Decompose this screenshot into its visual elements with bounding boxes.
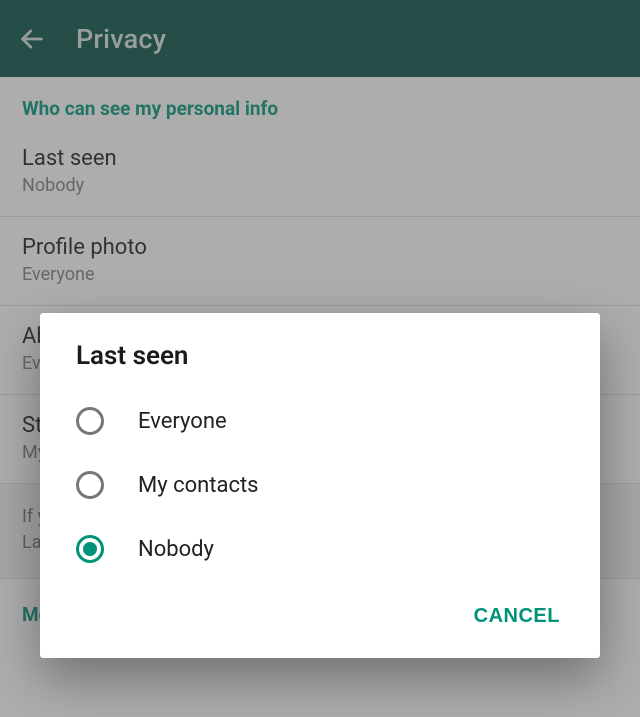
- radio-label: Nobody: [138, 537, 214, 562]
- dialog-title: Last seen: [40, 341, 600, 389]
- radio-option-nobody[interactable]: Nobody: [40, 517, 600, 581]
- last-seen-dialog: Last seen Everyone My contacts Nobody CA…: [40, 313, 600, 658]
- dialog-actions: CANCEL: [40, 581, 600, 646]
- radio-icon: [76, 407, 104, 435]
- cancel-button[interactable]: CANCEL: [462, 595, 572, 638]
- radio-option-my-contacts[interactable]: My contacts: [40, 453, 600, 517]
- radio-icon: [76, 535, 104, 563]
- radio-icon: [76, 471, 104, 499]
- radio-option-everyone[interactable]: Everyone: [40, 389, 600, 453]
- radio-label: Everyone: [138, 409, 227, 434]
- radio-label: My contacts: [138, 473, 259, 498]
